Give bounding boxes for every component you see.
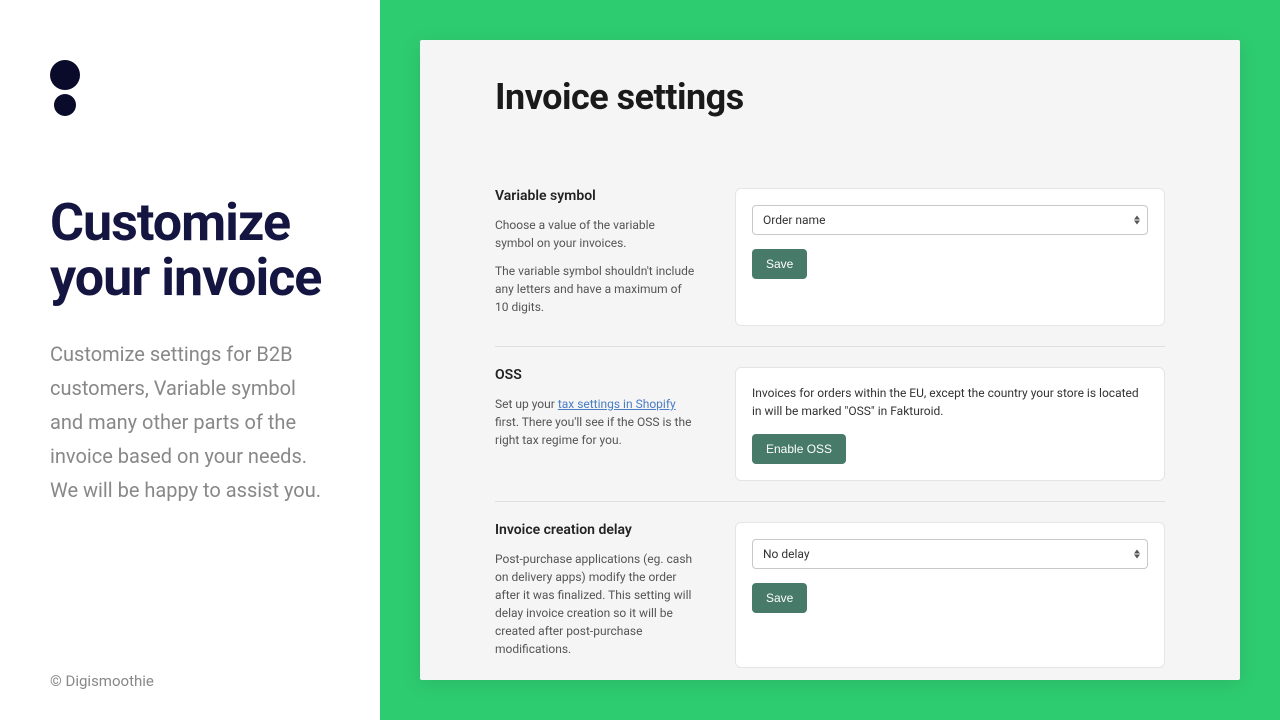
setting-card: Invoices for orders within the EU, excep… <box>735 367 1165 481</box>
card-text: Invoices for orders within the EU, excep… <box>752 384 1148 420</box>
marketing-panel: Customize your invoice Customize setting… <box>0 0 380 720</box>
setting-description: OSS Set up your tax settings in Shopify … <box>495 367 695 481</box>
tax-settings-link[interactable]: tax settings in Shopify <box>558 397 676 411</box>
setting-description: Variable symbol Choose a value of the va… <box>495 188 695 326</box>
setting-card: Order name Save <box>735 188 1165 326</box>
logo-dot-icon <box>50 60 80 90</box>
text-post: first. There you'll see if the OSS is th… <box>495 415 691 447</box>
setting-text: Set up your tax settings in Shopify firs… <box>495 395 695 449</box>
setting-title: Invoice creation delay <box>495 522 695 538</box>
setting-text: The variable symbol shouldn't include an… <box>495 262 695 316</box>
setting-description: Invoice creation delay Post-purchase app… <box>495 522 695 668</box>
delay-select[interactable]: No delay <box>752 539 1148 569</box>
setting-delay: Invoice creation delay Post-purchase app… <box>495 501 1165 680</box>
app-window: Invoice settings Variable symbol Choose … <box>420 40 1240 680</box>
save-button[interactable]: Save <box>752 583 807 613</box>
setting-oss: OSS Set up your tax settings in Shopify … <box>495 346 1165 501</box>
text-pre: Set up your <box>495 397 558 411</box>
select-value: No delay <box>752 539 1148 569</box>
app-content: Invoice settings Variable symbol Choose … <box>420 40 1240 680</box>
save-button[interactable]: Save <box>752 249 807 279</box>
setting-title: Variable symbol <box>495 188 695 204</box>
hero-title: Customize your invoice <box>50 196 330 305</box>
logo <box>50 60 330 116</box>
setting-text: Post-purchase applications (eg. cash on … <box>495 550 695 658</box>
page-title: Invoice settings <box>495 76 1165 118</box>
logo-dot-icon <box>54 94 76 116</box>
setting-title: OSS <box>495 367 695 383</box>
copyright: © Digismoothie <box>50 672 154 690</box>
select-value: Order name <box>752 205 1148 235</box>
enable-oss-button[interactable]: Enable OSS <box>752 434 846 464</box>
variable-symbol-select[interactable]: Order name <box>752 205 1148 235</box>
setting-card: No delay Save <box>735 522 1165 668</box>
hero-body: Customize settings for B2B customers, Va… <box>50 337 330 507</box>
preview-panel: Invoice settings Variable symbol Choose … <box>380 0 1280 720</box>
setting-text: Choose a value of the variable symbol on… <box>495 216 695 252</box>
setting-variable-symbol: Variable symbol Choose a value of the va… <box>495 168 1165 346</box>
